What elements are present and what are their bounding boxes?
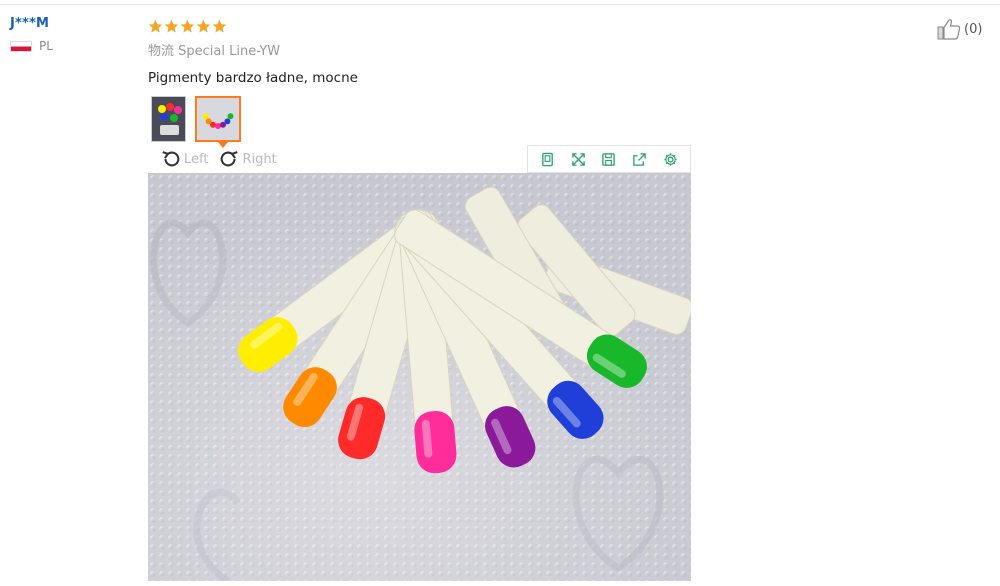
thumb-swatch bbox=[224, 118, 231, 125]
review-photo bbox=[148, 173, 691, 581]
viewer-toolbar bbox=[527, 145, 691, 173]
reviewer-name[interactable]: J***M bbox=[10, 16, 53, 31]
thumbnail-2[interactable] bbox=[195, 96, 241, 142]
rotate-controls: Left Right bbox=[160, 148, 277, 170]
thumbnail-strip bbox=[151, 96, 241, 142]
poland-flag-icon bbox=[10, 40, 32, 52]
save-icon bbox=[602, 152, 616, 166]
rotate-left-label: Left bbox=[184, 151, 209, 167]
star-icon bbox=[164, 19, 179, 32]
rotate-left-button[interactable]: Left bbox=[160, 148, 208, 170]
thumbs-up-icon bbox=[937, 19, 961, 40]
thumb-swatch bbox=[210, 121, 216, 128]
thumb-swatch bbox=[215, 123, 221, 129]
star-icon bbox=[180, 19, 195, 32]
star-icon bbox=[196, 19, 211, 32]
rotate-right-button[interactable]: Right bbox=[218, 148, 277, 170]
review-body: 物流 Special Line-YW Pigmenty bardzo ładne… bbox=[148, 16, 358, 86]
reviewer-info: J***M PL bbox=[10, 16, 53, 53]
settings-button[interactable] bbox=[661, 149, 681, 169]
star-icon bbox=[212, 19, 227, 32]
review-text: Pigmenty bardzo ładne, mocne bbox=[148, 70, 358, 86]
country-code: PL bbox=[39, 39, 53, 53]
fullscreen-button[interactable] bbox=[568, 149, 588, 169]
rotate-right-label: Right bbox=[242, 151, 277, 167]
settings-icon bbox=[664, 152, 677, 166]
polish-swatch bbox=[414, 410, 457, 474]
save-button[interactable] bbox=[599, 149, 619, 169]
helpful-button[interactable]: (0) bbox=[936, 17, 982, 41]
top-divider bbox=[0, 4, 1000, 5]
photo-viewer[interactable] bbox=[148, 173, 691, 581]
fullscreen-icon bbox=[571, 152, 585, 166]
helpful-count: (0) bbox=[964, 21, 983, 37]
star-rating bbox=[148, 16, 358, 36]
thumb-swatch bbox=[227, 113, 234, 120]
thumb-swatch bbox=[202, 113, 209, 120]
thumbnail-1[interactable] bbox=[151, 96, 186, 142]
fit-screen-button[interactable] bbox=[537, 149, 557, 169]
rotate-left-icon bbox=[162, 151, 180, 167]
star-icon bbox=[148, 19, 163, 32]
fit-screen-icon bbox=[542, 152, 553, 166]
rotate-right-icon bbox=[221, 151, 239, 167]
logistics-info: 物流 Special Line-YW bbox=[148, 44, 281, 59]
reviewer-country: PL bbox=[10, 39, 53, 53]
share-icon bbox=[633, 152, 647, 166]
share-button[interactable] bbox=[630, 149, 650, 169]
